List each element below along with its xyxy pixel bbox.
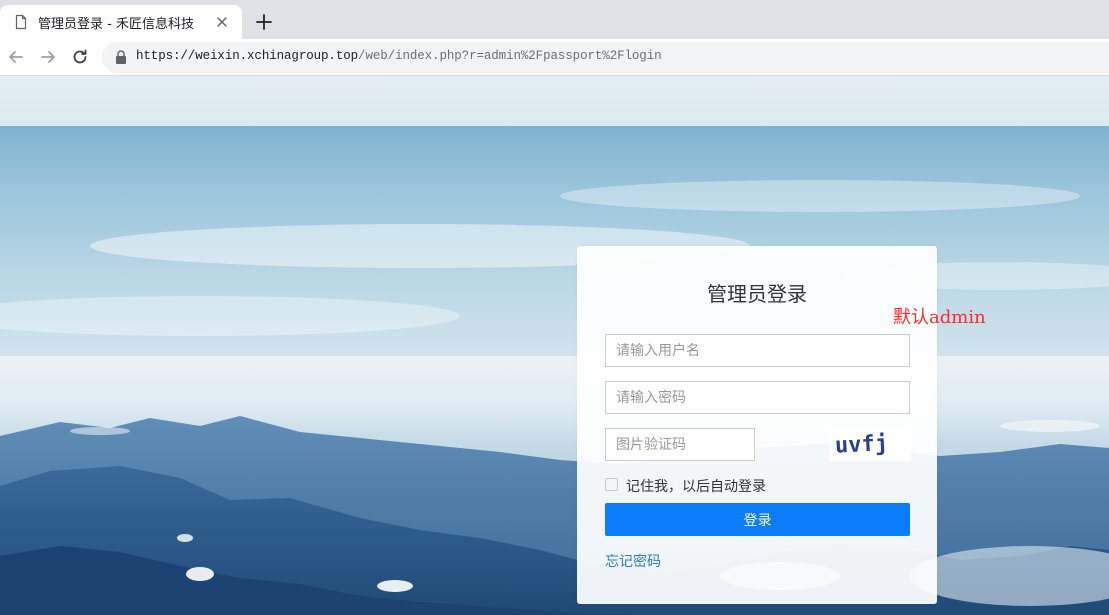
forgot-password-link[interactable]: 忘记密码 xyxy=(605,551,661,571)
annotation-note: 默认admin xyxy=(893,307,986,328)
browser-toolbar: https://weixin.xchinagroup.top/web/index… xyxy=(0,39,1109,76)
captcha-input[interactable] xyxy=(605,428,755,461)
url-host: https://weixin.xchinagroup.top xyxy=(136,49,359,63)
new-tab-plus-icon[interactable] xyxy=(254,12,274,32)
remember-checkbox[interactable] xyxy=(605,478,618,491)
login-card: 管理员登录 uvfj 记住我，以后自动登录 登录 忘记密码 xyxy=(577,246,937,604)
header-band xyxy=(0,76,1109,126)
captcha-image[interactable]: uvfj xyxy=(829,427,911,461)
background-landscape xyxy=(0,126,1109,615)
back-arrow-icon[interactable] xyxy=(6,47,26,67)
remember-label: 记住我，以后自动登录 xyxy=(626,479,766,495)
page-viewport: 管理员登录 uvfj 记住我，以后自动登录 登录 忘记密码 默认admin xyxy=(0,76,1109,615)
browser-tab[interactable]: 管理员登录 - 禾匠信息科技 xyxy=(0,5,242,39)
reload-icon[interactable] xyxy=(70,47,90,67)
document-icon xyxy=(15,14,27,30)
forward-arrow-icon[interactable] xyxy=(38,47,58,67)
mountain-landscape-image xyxy=(0,180,1109,615)
lock-icon xyxy=(116,50,126,64)
tab-title: 管理员登录 - 禾匠信息科技 xyxy=(38,17,194,32)
login-button[interactable]: 登录 xyxy=(605,503,910,536)
username-input[interactable] xyxy=(605,334,910,367)
address-bar[interactable]: https://weixin.xchinagroup.top/web/index… xyxy=(102,42,1109,73)
url-text: https://weixin.xchinagroup.top/web/index… xyxy=(136,49,662,63)
password-input[interactable] xyxy=(605,381,910,414)
tab-bar: 管理员登录 - 禾匠信息科技 xyxy=(0,0,1109,39)
close-icon[interactable] xyxy=(214,14,230,30)
url-path: /web/index.php?r=admin%2Fpassport%2Flogi… xyxy=(358,49,662,63)
captcha-text: uvfj xyxy=(834,431,888,459)
page-title: 管理员登录 xyxy=(707,282,807,306)
